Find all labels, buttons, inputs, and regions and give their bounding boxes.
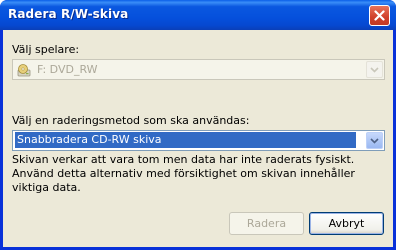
chevron-down-icon [370,66,379,73]
erase-button[interactable]: Radera [229,212,304,235]
player-dropdown-button[interactable] [366,61,383,78]
title-bar[interactable]: Radera R/W-skiva [0,0,396,30]
method-description: Skivan verkar att vara tom men data har … [12,153,355,194]
cancel-button[interactable]: Avbryt [309,212,384,235]
method-dropdown-button[interactable] [366,132,383,149]
player-selected-value: F: DVD_RW [37,63,98,76]
close-icon [374,10,385,21]
cd-drive-icon [17,64,31,77]
close-button[interactable] [369,5,390,26]
dialog-body: Välj spelare: F: DVD_RW Välj en radering… [3,30,393,247]
player-select[interactable]: F: DVD_RW [12,59,385,80]
method-select[interactable]: Snabbradera CD-RW skiva [12,130,385,151]
dialog-window: Radera R/W-skiva Välj spelare: F: DVD_RW [0,0,396,250]
chevron-down-icon [370,137,379,144]
window-title: Radera R/W-skiva [8,7,129,21]
method-label: Välj en raderingsmetod som ska användas: [12,114,250,127]
method-selected-value: Snabbradera CD-RW skiva [15,132,356,148]
player-label: Välj spelare: [12,43,80,56]
